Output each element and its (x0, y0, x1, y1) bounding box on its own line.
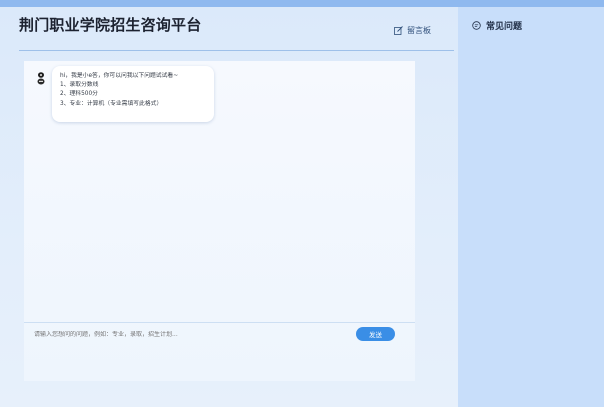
chat-bubble-icon (472, 21, 481, 30)
bot-message-bubble: hi，我是小e答，你可以问我以下问题试试看~ 1、录取分数线 2、理科500分 … (52, 66, 214, 122)
bot-greeting: hi，我是小e答，你可以问我以下问题试试看~ (60, 73, 179, 79)
suggestion-item: 1、录取分数线 (60, 82, 99, 89)
input-divider (24, 322, 415, 323)
faq-header[interactable]: 常见问题 (472, 19, 522, 32)
suggestion-item: 3、专业：计算机（专业需填写此格式） (60, 100, 163, 107)
top-band (0, 0, 604, 7)
send-button[interactable]: 发送 (356, 327, 395, 341)
question-input[interactable] (34, 331, 334, 338)
faq-label: 常见问题 (486, 22, 523, 32)
suggestion-item: 2、理科500分 (60, 91, 98, 98)
page-title: 荆门职业学院招生咨询平台 (19, 16, 202, 34)
guestbook-link[interactable]: 留言板 (394, 25, 431, 36)
header-divider (19, 50, 454, 51)
guestbook-label: 留言板 (407, 26, 431, 35)
robot-avatar-icon (37, 70, 45, 85)
sidebar (458, 7, 604, 407)
edit-icon (394, 26, 403, 35)
